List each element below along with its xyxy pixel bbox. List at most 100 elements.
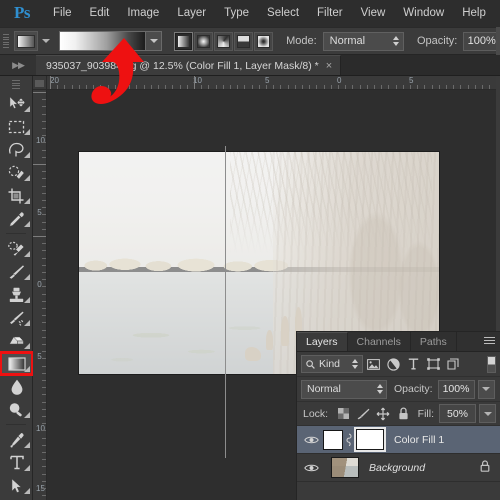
menu-select[interactable]: Select bbox=[258, 0, 308, 27]
tool-preset-picker[interactable] bbox=[14, 31, 39, 51]
ruler-corner[interactable] bbox=[33, 76, 47, 90]
layer-mask-thumbnail[interactable] bbox=[354, 427, 386, 452]
layer-mask-link-icon[interactable] bbox=[343, 433, 355, 446]
layer-opacity-chevron[interactable] bbox=[477, 379, 495, 399]
eyedropper-tool[interactable] bbox=[0, 207, 33, 230]
ruler-tick-label: 20 bbox=[50, 76, 59, 85]
blend-mode-select[interactable]: Normal bbox=[322, 31, 404, 51]
clone-stamp-tool[interactable] bbox=[0, 283, 33, 306]
linear-gradient-button[interactable] bbox=[174, 31, 194, 51]
close-icon[interactable]: × bbox=[326, 60, 332, 72]
ruler-tick bbox=[194, 76, 195, 89]
lock-position-icon[interactable] bbox=[373, 404, 393, 424]
blur-tool[interactable] bbox=[0, 375, 33, 398]
menu-window[interactable]: Window bbox=[394, 0, 453, 27]
vertical-ruler[interactable]: 10 5 0 5 10 15 bbox=[33, 90, 47, 500]
radial-gradient-button[interactable] bbox=[194, 31, 214, 51]
tab-paths[interactable]: Paths bbox=[411, 332, 457, 351]
options-bar-grip[interactable] bbox=[0, 27, 10, 55]
eraser-tool[interactable] bbox=[0, 329, 33, 352]
ruler-tick-label: 5 bbox=[37, 352, 42, 361]
tool-submenu-indicator bbox=[24, 221, 30, 227]
menu-filter[interactable]: Filter bbox=[308, 0, 352, 27]
tool-submenu-indicator bbox=[24, 274, 30, 280]
opacity-label: Opacity: bbox=[416, 35, 458, 47]
vertical-guide[interactable] bbox=[225, 146, 226, 458]
layer-filter-kind-select[interactable]: Kind bbox=[301, 355, 363, 373]
opacity-input[interactable]: 100% bbox=[463, 31, 500, 51]
table-row[interactable]: Background bbox=[297, 454, 500, 482]
table-row[interactable]: Color Fill 1 bbox=[297, 426, 500, 454]
angle-gradient-button[interactable] bbox=[214, 31, 234, 51]
tool-submenu-indicator bbox=[24, 152, 30, 158]
layer-visibility-toggle[interactable] bbox=[299, 435, 323, 445]
layer-blend-mode-select[interactable]: Normal bbox=[301, 379, 387, 399]
gradient-tool[interactable] bbox=[0, 351, 34, 376]
menu-view[interactable]: View bbox=[352, 0, 395, 27]
tab-bar-grip[interactable]: ▶▶ bbox=[0, 55, 36, 75]
filter-adjustment-icon[interactable] bbox=[383, 354, 403, 374]
diamond-gradient-button[interactable] bbox=[254, 31, 274, 51]
horizontal-ruler[interactable]: 20 15 10 5 0 5 bbox=[47, 76, 500, 90]
quick-selection-tool[interactable] bbox=[0, 161, 33, 184]
tool-submenu-indicator bbox=[24, 251, 30, 257]
tool-submenu-indicator bbox=[24, 488, 30, 494]
rectangular-marquee-tool[interactable] bbox=[0, 115, 33, 138]
filter-toggle[interactable] bbox=[487, 355, 496, 373]
reflected-gradient-button[interactable] bbox=[234, 31, 254, 51]
menu-type[interactable]: Type bbox=[215, 0, 258, 27]
document-tab-bar: ▶▶ 935037_9039844 g @ 12.5% (Color Fill … bbox=[0, 55, 500, 76]
panel-menu-icon[interactable] bbox=[484, 337, 495, 344]
search-icon bbox=[306, 359, 315, 369]
menu-layer[interactable]: Layer bbox=[168, 0, 215, 27]
layer-opacity-input[interactable]: 100% bbox=[437, 379, 475, 399]
menu-help[interactable]: Help bbox=[453, 0, 495, 27]
layer-thumbnail[interactable] bbox=[323, 429, 343, 450]
tool-submenu-indicator bbox=[24, 366, 30, 372]
menu-file[interactable]: File bbox=[44, 0, 81, 27]
pen-tool[interactable] bbox=[0, 428, 33, 451]
lock-all-icon[interactable] bbox=[393, 404, 413, 424]
tools-panel bbox=[0, 76, 34, 500]
layer-thumbnail[interactable] bbox=[331, 457, 359, 478]
chevron-down-icon[interactable] bbox=[42, 39, 51, 43]
filter-smart-object-icon[interactable] bbox=[443, 354, 463, 374]
hanging-moss bbox=[230, 152, 432, 255]
chevron-down-icon bbox=[483, 411, 492, 416]
lasso-tool[interactable] bbox=[0, 138, 33, 161]
ruler-tick-label: 0 bbox=[337, 76, 342, 85]
path-selection-tool[interactable] bbox=[0, 474, 33, 497]
tab-layers[interactable]: Layers bbox=[297, 332, 348, 351]
move-tool[interactable] bbox=[0, 92, 33, 115]
reflected-gradient-icon bbox=[237, 34, 251, 48]
horizontal-type-tool[interactable] bbox=[0, 451, 33, 474]
gradient-picker-dropdown[interactable] bbox=[59, 31, 163, 51]
history-brush-tool[interactable] bbox=[0, 306, 33, 329]
tools-panel-grip[interactable] bbox=[0, 80, 32, 89]
brush-tool[interactable] bbox=[0, 260, 33, 283]
panel-tab-bar: Layers Channels Paths bbox=[297, 332, 500, 352]
spot-healing-brush-tool[interactable] bbox=[0, 237, 33, 260]
dodge-tool[interactable] bbox=[0, 398, 33, 421]
menu-edit[interactable]: Edit bbox=[81, 0, 119, 27]
options-bar-right-edge bbox=[496, 27, 500, 55]
filter-pixel-icon[interactable] bbox=[363, 354, 383, 374]
linear-gradient-icon bbox=[177, 34, 191, 48]
gradient-type-group bbox=[174, 31, 274, 51]
tool-submenu-indicator bbox=[24, 320, 30, 326]
menu-image[interactable]: Image bbox=[118, 0, 168, 27]
lock-transparent-pixels-icon[interactable] bbox=[333, 404, 353, 424]
crop-tool[interactable] bbox=[0, 184, 33, 207]
chevron-down-icon bbox=[482, 387, 491, 391]
fill-label: Fill: bbox=[417, 407, 434, 420]
gradient-picker-chevron[interactable] bbox=[145, 32, 162, 50]
layer-visibility-toggle[interactable] bbox=[299, 463, 323, 473]
layer-lock-row: Lock: Fill: 50% bbox=[297, 402, 500, 426]
tab-channels[interactable]: Channels bbox=[348, 332, 411, 351]
lock-image-pixels-icon[interactable] bbox=[353, 404, 373, 424]
document-tab[interactable]: 935037_9039844 g @ 12.5% (Color Fill 1, … bbox=[36, 55, 342, 75]
filter-type-icon[interactable] bbox=[403, 354, 423, 374]
layer-fill-input[interactable]: 50% bbox=[439, 404, 476, 423]
layer-fill-chevron[interactable] bbox=[479, 404, 496, 423]
filter-shape-icon[interactable] bbox=[423, 354, 443, 374]
